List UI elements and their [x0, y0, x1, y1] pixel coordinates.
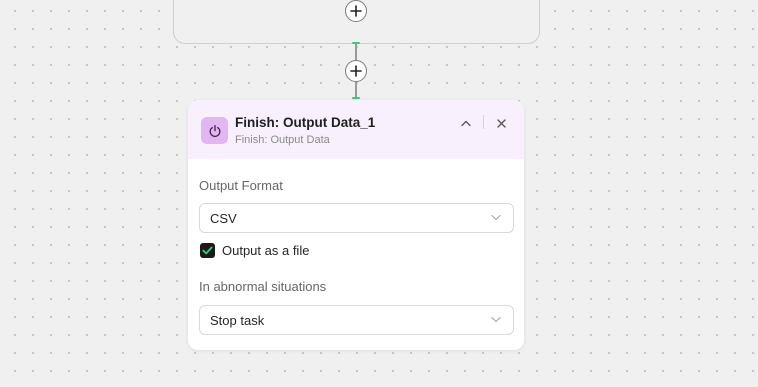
node-subtitle: Finish: Output Data — [235, 134, 330, 146]
power-icon — [209, 124, 220, 137]
checkmark-icon — [202, 246, 213, 255]
output-format-value: CSV — [210, 210, 237, 226]
connector-line — [355, 82, 357, 97]
node-title: Finish: Output Data_1 — [235, 115, 376, 130]
header-divider — [483, 115, 484, 129]
connector-line — [355, 44, 357, 60]
abnormal-situations-select[interactable]: Stop task — [199, 305, 514, 335]
node-header: Finish: Output Data_1 Finish: Output Dat… — [188, 100, 524, 159]
chevron-down-icon — [491, 214, 501, 221]
finish-output-node[interactable]: Finish: Output Data_1 Finish: Output Dat… — [188, 100, 524, 350]
add-step-inside-node-button[interactable] — [345, 0, 367, 22]
output-as-file-checkbox[interactable] — [200, 243, 215, 258]
close-button[interactable] — [492, 114, 510, 132]
output-format-label: Output Format — [199, 178, 283, 193]
chevron-up-icon — [461, 120, 471, 126]
collapse-button[interactable] — [457, 114, 475, 132]
plus-icon — [350, 65, 362, 77]
output-format-select[interactable]: CSV — [199, 203, 514, 233]
chevron-down-icon — [491, 316, 501, 323]
add-step-button[interactable] — [345, 60, 367, 82]
output-as-file-option: Output as a file — [200, 243, 309, 258]
abnormal-situations-label: In abnormal situations — [199, 279, 327, 294]
abnormal-situations-value: Stop task — [210, 312, 265, 328]
node-icon-container — [201, 117, 228, 144]
plus-icon — [350, 5, 362, 17]
output-as-file-label[interactable]: Output as a file — [222, 243, 309, 258]
connector-port-bottom — [352, 97, 360, 99]
close-icon — [496, 118, 506, 128]
